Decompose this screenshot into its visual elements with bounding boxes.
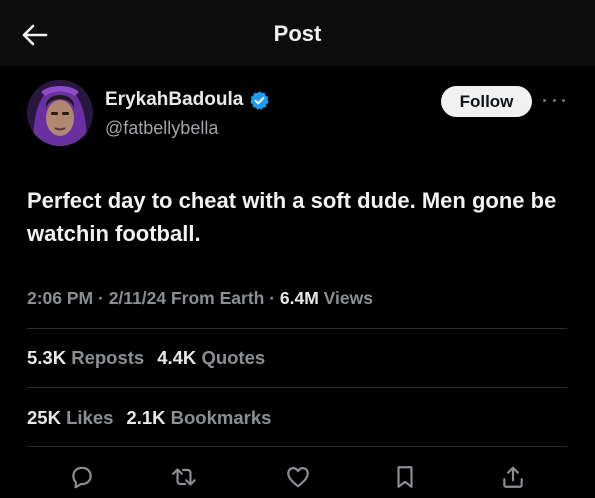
divider: [27, 446, 567, 447]
top-bar: Post: [0, 0, 595, 66]
page-title: Post: [273, 21, 322, 46]
views-count[interactable]: 6.4M: [280, 288, 319, 308]
bookmark-button[interactable]: [390, 462, 420, 492]
like-button[interactable]: [283, 462, 313, 492]
reply-icon: [72, 466, 92, 489]
likes-count: 25K: [27, 407, 61, 428]
repost-icon: [172, 468, 196, 486]
meta-separator: ·: [93, 288, 109, 308]
quotes-count: 4.4K: [157, 347, 197, 368]
likes-label: Likes: [66, 407, 114, 428]
quotes-label: Quotes: [201, 347, 266, 368]
bookmarks-label: Bookmarks: [170, 407, 272, 428]
share-icon: [503, 466, 523, 488]
likes-stat[interactable]: 25K Likes: [27, 407, 113, 429]
verified-badge-icon: [250, 90, 270, 110]
reposts-count: 5.3K: [27, 347, 67, 368]
reposts-label: Reposts: [71, 347, 145, 368]
engagement-row: 5.3K Reposts 4.4K Quotes: [27, 347, 265, 369]
author-handle[interactable]: @fatbellybella: [105, 118, 218, 139]
like-icon: [287, 467, 309, 488]
avatar-image: [27, 80, 93, 146]
author-name-row[interactable]: ErykahBadoula: [105, 89, 270, 111]
bookmarks-count: 2.1K: [126, 407, 166, 428]
bookmark-icon: [397, 466, 413, 488]
bookmarks-stat[interactable]: 2.1K Bookmarks: [126, 407, 271, 429]
more-options-button[interactable]: [543, 92, 565, 108]
reposts-stat[interactable]: 5.3K Reposts: [27, 347, 144, 369]
quotes-stat[interactable]: 4.4K Quotes: [157, 347, 265, 369]
more-dot-icon: [552, 98, 556, 102]
post-location: From Earth: [166, 288, 265, 308]
avatar[interactable]: [27, 80, 93, 146]
likes-row: 25K Likes 2.1K Bookmarks: [27, 407, 271, 429]
action-bar: [0, 456, 595, 498]
more-dot-icon: [543, 98, 546, 102]
reply-button[interactable]: [67, 462, 97, 492]
post-time[interactable]: 2:06 PM: [27, 288, 93, 308]
post-meta: 2:06 PM · 2/11/24 From Earth · 6.4M View…: [27, 288, 373, 309]
post-text: Perfect day to cheat with a soft dude. M…: [27, 188, 557, 246]
meta-separator: ·: [264, 288, 280, 308]
follow-button[interactable]: Follow: [441, 86, 532, 117]
views-label: Views: [318, 288, 373, 308]
repost-button[interactable]: [169, 462, 199, 492]
more-dot-icon: [562, 98, 565, 102]
share-button[interactable]: [498, 462, 528, 492]
author-name: ErykahBadoula: [105, 89, 244, 110]
divider: [27, 387, 567, 388]
divider: [27, 328, 567, 329]
post-date[interactable]: 2/11/24: [109, 288, 166, 308]
